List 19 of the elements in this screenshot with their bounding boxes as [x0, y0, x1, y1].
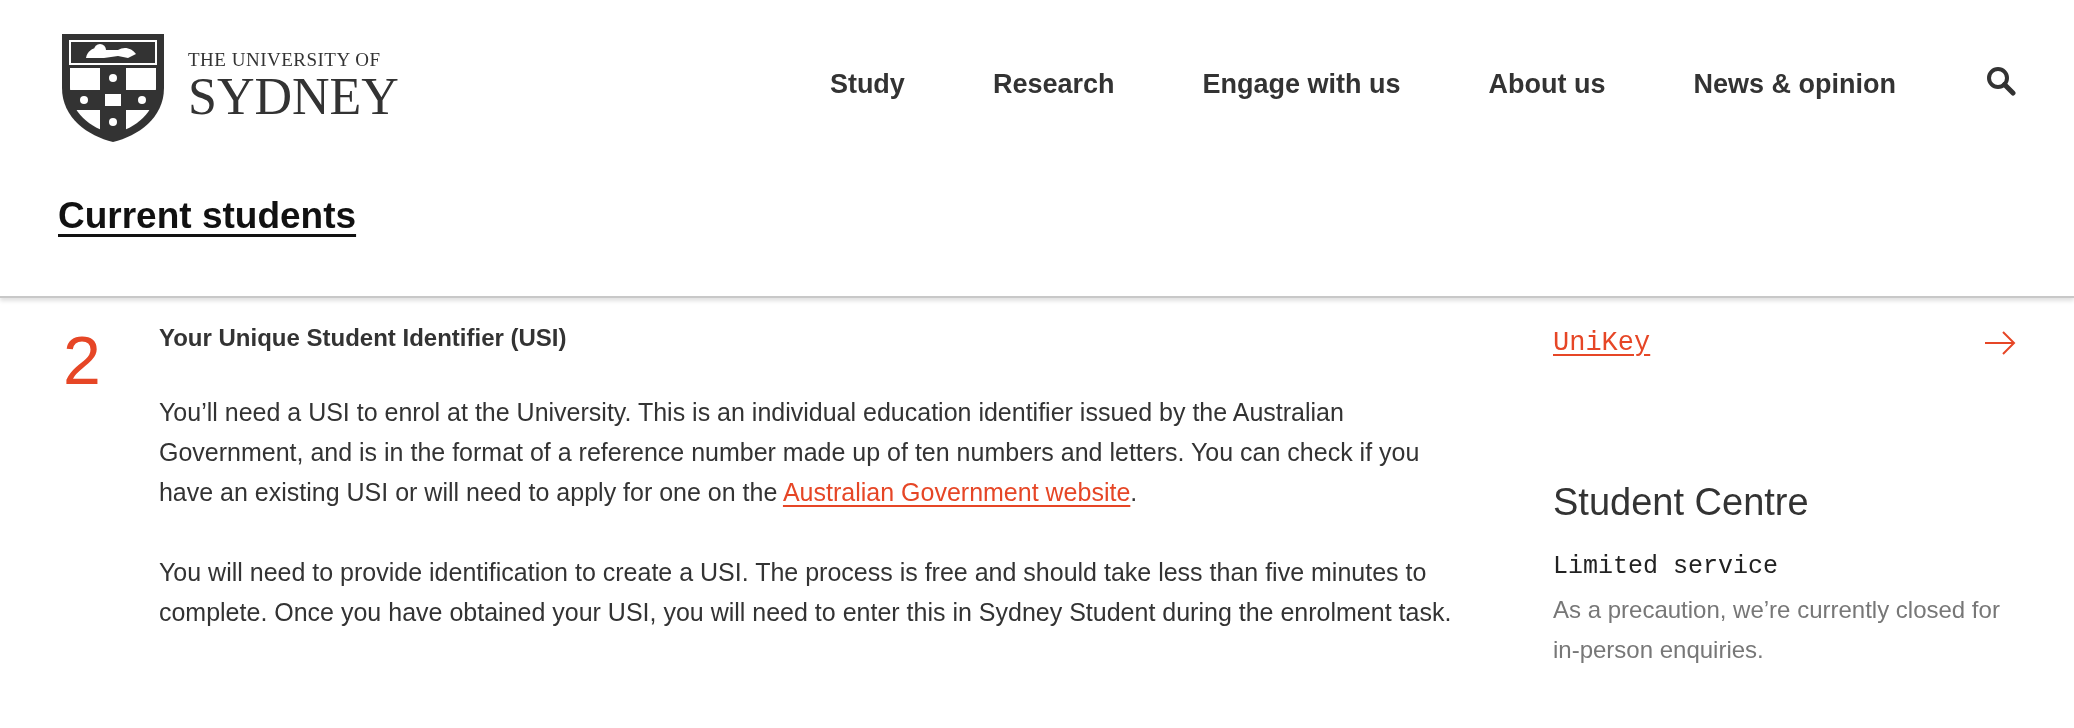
service-note: As a precaution, we’re currently closed for in-person enquiries.: [1553, 594, 2001, 665]
section-title-link[interactable]: Current students: [58, 188, 357, 244]
arrow-right-icon[interactable]: [1984, 330, 2016, 356]
paragraph: You will need to provide identification to create a USI. The process is free and should take less than five minutes to complete. Once you have obtained your USI, you will need to enter this in Sydney Student during the enrolment task.: [158, 557, 1453, 628]
text-link[interactable]: Australian Government website: [782, 478, 1131, 506]
logo-text: SYDNEY: [188, 70, 399, 123]
logo-text: THE UNIVERSITY OF: [188, 49, 382, 69]
search-icon[interactable]: [1986, 66, 2016, 96]
nav-link[interactable]: Engage with us: [1202, 64, 1401, 105]
unikey-link[interactable]: UniKey: [1553, 322, 1651, 364]
nav-link[interactable]: News & opinion: [1693, 64, 1896, 105]
step-number: 2: [62, 322, 102, 400]
nav-link[interactable]: Study: [829, 64, 905, 105]
contact-title: Student Centre: [1553, 480, 1810, 524]
step-heading: Your Unique Student Identifier (USI): [158, 323, 568, 353]
nav-link[interactable]: About us: [1488, 64, 1606, 105]
paragraph: You’ll need a USI to enrol at the University. This is an individual education identifier issued by the Australian Government, and is in the format of a reference number made up of ten numbers and letters. You can check if you have an existing USI or will need to apply for one on the Australian Government website.: [158, 397, 1421, 508]
nav-link[interactable]: Research: [992, 64, 1115, 105]
service-status: Limited service: [1553, 551, 1780, 583]
